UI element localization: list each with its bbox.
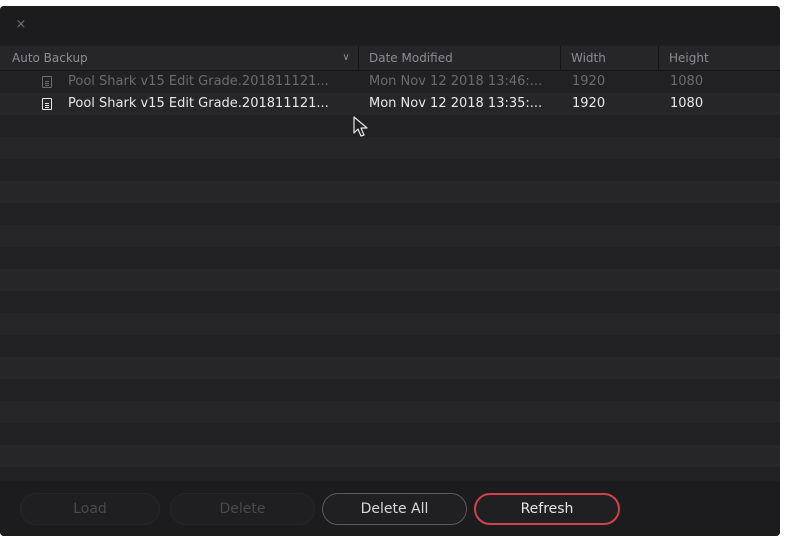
- row-width: 1920: [572, 96, 606, 111]
- row-width: 1920: [572, 74, 606, 89]
- file-row-icon: [42, 93, 56, 115]
- column-header-date-modified[interactable]: Date Modified: [358, 46, 560, 70]
- backup-list[interactable]: Pool Shark v15 Edit Grade.201811121... M…: [0, 71, 780, 481]
- refresh-button[interactable]: Refresh: [474, 493, 620, 525]
- row-name: Pool Shark v15 Edit Grade.201811121...: [68, 74, 329, 89]
- close-icon[interactable]: ×: [12, 16, 30, 34]
- row-date-modified: Mon Nov 12 2018 13:46:...: [369, 74, 543, 89]
- row-name: Pool Shark v15 Edit Grade.201811121...: [68, 96, 329, 111]
- table-row[interactable]: Pool Shark v15 Edit Grade.201811121... M…: [0, 71, 780, 93]
- row-height: 1080: [670, 96, 704, 111]
- load-button[interactable]: Load: [20, 493, 160, 525]
- mouse-cursor-icon: [353, 116, 368, 137]
- table-row[interactable]: Pool Shark v15 Edit Grade.201811121... M…: [0, 93, 780, 115]
- list-header: Auto Backup ∨ Date Modified Width Height: [0, 46, 780, 71]
- file-row-icon: [42, 71, 56, 93]
- column-header-label: Auto Backup: [12, 51, 88, 65]
- file-icon: [42, 98, 52, 110]
- column-header-height[interactable]: Height: [658, 46, 780, 70]
- row-height: 1080: [670, 74, 704, 89]
- delete-all-button[interactable]: Delete All: [322, 493, 467, 525]
- button-bar: Load Delete Delete All Refresh: [0, 481, 780, 536]
- row-date-modified: Mon Nov 12 2018 13:35:...: [369, 96, 543, 111]
- delete-button[interactable]: Delete: [170, 493, 315, 525]
- column-header-width[interactable]: Width: [560, 46, 658, 70]
- title-bar: ×: [0, 6, 780, 44]
- column-header-auto-backup[interactable]: Auto Backup ∨: [0, 46, 358, 70]
- file-icon: [42, 76, 52, 88]
- chevron-down-icon[interactable]: ∨: [340, 46, 352, 70]
- auto-backup-dialog: × Auto Backup ∨ Date Modified Width Heig…: [0, 6, 780, 536]
